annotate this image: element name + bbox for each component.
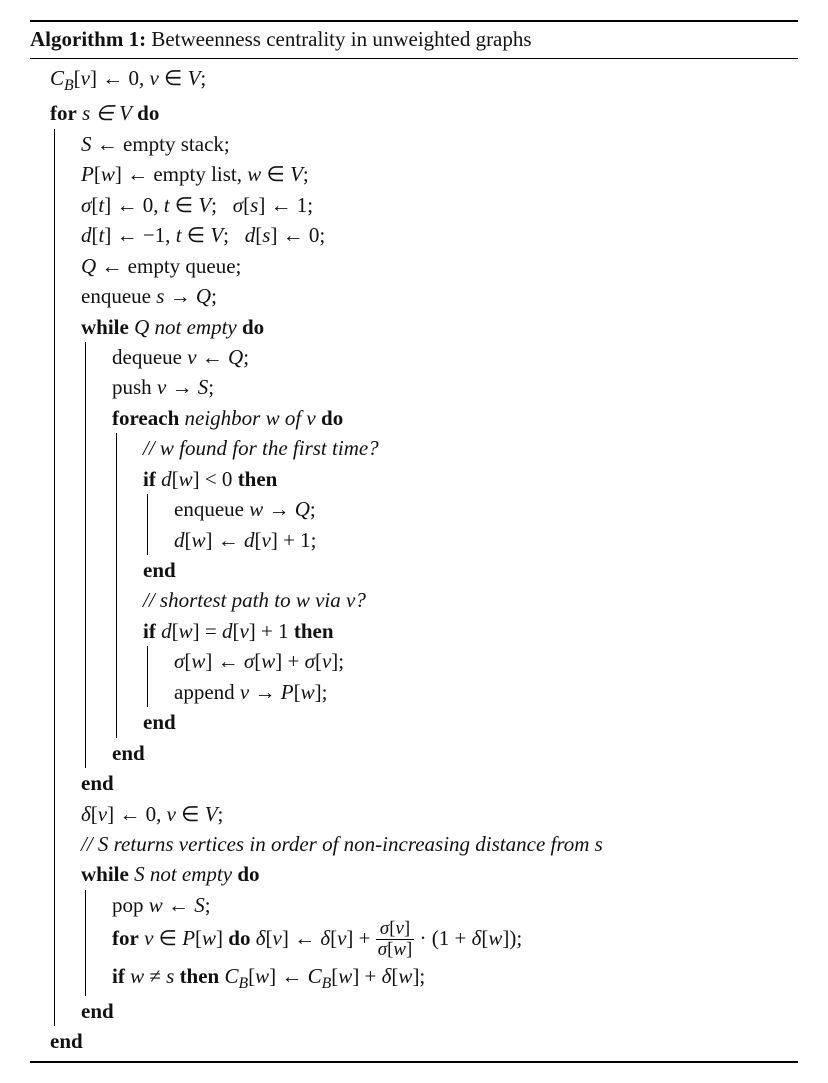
while-Q-block: dequeue v ← Q; push v → S; foreach neigh… xyxy=(85,342,798,768)
fraction: σ[v]σ[w] xyxy=(376,919,415,960)
end-for: end xyxy=(50,1026,798,1056)
if-dw-eq: if d[w] = d[v] + 1 then xyxy=(143,616,798,646)
stmt-sigma-update: σ[w] ← σ[w] + σ[v]; xyxy=(174,646,798,676)
stmt-S-stack: S ← empty stack; xyxy=(81,129,798,159)
comment-first-time: // w found for the first time? xyxy=(143,433,798,463)
for-block: S ← empty stack; P[w] ← empty list, w ∈ … xyxy=(54,129,798,1027)
if-dw-neg: if d[w] < 0 then xyxy=(143,464,798,494)
for-s-in-v: for s ∈ V do xyxy=(50,98,798,128)
if-w-ne-s: if w ≠ s then CB[w] ← CB[w] + δ[w]; xyxy=(112,961,798,996)
stmt-Q-queue: Q ← empty queue; xyxy=(81,251,798,281)
stmt-d-init: d[t] ← −1, t ∈ V; d[s] ← 0; xyxy=(81,220,798,250)
stmt-init-cb: CB[v] ← 0, v ∈ V; xyxy=(50,63,798,98)
while-S: while S not empty do xyxy=(81,859,798,889)
stmt-delta-init: δ[v] ← 0, v ∈ V; xyxy=(81,799,798,829)
end-if2: end xyxy=(143,707,798,737)
stmt-enqueue-s: enqueue s → Q; xyxy=(81,281,798,311)
algorithm-label: Algorithm 1: xyxy=(30,27,146,51)
comment-S-order: // S returns vertices in order of non-in… xyxy=(81,829,798,859)
algorithm-body: CB[v] ← 0, v ∈ V; for s ∈ V do S ← empty… xyxy=(30,59,798,1060)
comment-shortest: // shortest path to w via v? xyxy=(143,585,798,615)
foreach-block: // w found for the first time? if d[w] <… xyxy=(116,433,798,737)
for-v-in-Pw: for v ∈ P[w] do δ[v] ← δ[v] + σ[v]σ[w] ·… xyxy=(112,920,798,961)
stmt-append-v: append v → P[w]; xyxy=(174,677,798,707)
stmt-dequeue: dequeue v ← Q; xyxy=(112,342,798,372)
while-S-block: pop w ← S; for v ∈ P[w] do δ[v] ← δ[v] +… xyxy=(85,890,798,996)
end-while-Q: end xyxy=(81,768,798,798)
end-while-S: end xyxy=(81,996,798,1026)
stmt-dw-update: d[w] ← d[v] + 1; xyxy=(174,525,798,555)
stmt-P-list: P[w] ← empty list, w ∈ V; xyxy=(81,159,798,189)
stmt-enqueue-w: enqueue w → Q; xyxy=(174,494,798,524)
algorithm-title-row: Algorithm 1: Betweenness centrality in u… xyxy=(30,22,798,59)
stmt-pop-w: pop w ← S; xyxy=(112,890,798,920)
stmt-sigma-init: σ[t] ← 0, t ∈ V; σ[s] ← 1; xyxy=(81,190,798,220)
if-dw-eq-block: σ[w] ← σ[w] + σ[v]; append v → P[w]; xyxy=(147,646,798,707)
foreach-neighbor: foreach neighbor w of v do xyxy=(112,403,798,433)
end-if1: end xyxy=(143,555,798,585)
algorithm-title: Betweenness centrality in unweighted gra… xyxy=(151,27,531,51)
end-foreach: end xyxy=(112,738,798,768)
while-Q: while Q not empty do xyxy=(81,312,798,342)
if-dw-neg-block: enqueue w → Q; d[w] ← d[v] + 1; xyxy=(147,494,798,555)
algorithm-box: Algorithm 1: Betweenness centrality in u… xyxy=(30,20,798,1063)
stmt-push: push v → S; xyxy=(112,372,798,402)
